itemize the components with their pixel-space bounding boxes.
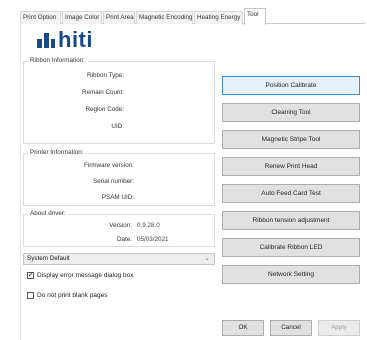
tab-image-color[interactable]: Image Color: [62, 11, 102, 24]
cleaning-tool-button[interactable]: Cleaning Tool: [222, 103, 360, 122]
network-setting-button[interactable]: Network Setting: [222, 265, 360, 284]
tab-bar: Print Option Image Color Print Area Magn…: [20, 8, 365, 25]
region-code-label: Region Code:: [85, 106, 124, 113]
driver-version-value: 0.9.28.0: [137, 222, 160, 229]
auto-feed-card-test-button[interactable]: Auto Feed Card Test: [222, 184, 360, 203]
uid-label: UID:: [111, 123, 124, 130]
driver-version-label: Version:: [109, 222, 132, 229]
display-error-label: Display error message dialog box: [37, 272, 134, 279]
hiti-logo: hiti: [36, 28, 93, 52]
checkbox-checked-icon[interactable]: [27, 270, 34, 279]
calibrate-ribbon-led-button[interactable]: Calibrate Ribbon LED: [222, 238, 360, 257]
ribbon-type-label: Ribbon Type:: [87, 72, 124, 79]
display-error-checkbox[interactable]: Display error message dialog box: [27, 270, 134, 279]
logo-text: hiti: [58, 27, 93, 52]
firmware-version-label: Firmware version:: [83, 162, 134, 169]
ribbon-tension-adjustment-button[interactable]: Ribbon tension adjustment: [222, 211, 360, 230]
apply-button[interactable]: Apply: [318, 320, 360, 336]
system-default-select[interactable]: System Default ⌄: [23, 253, 215, 265]
tab-tool[interactable]: Tool: [244, 8, 266, 25]
renew-print-head-button[interactable]: Renew Print Head: [222, 157, 360, 176]
remain-count-label: Remain Count:: [82, 89, 124, 96]
position-calibrate-button[interactable]: Position Calibrate: [222, 76, 360, 95]
ribbon-info-title: Ribbon Information:: [28, 57, 87, 65]
ribbon-info-group: Ribbon Information: Ribbon Type: Remain …: [23, 57, 215, 144]
driver-date-label: Date:: [116, 236, 132, 243]
driver-info-title: About driver:: [28, 210, 68, 218]
driver-info-group: About driver: Version: 0.9.28.0 Date: 05…: [23, 210, 215, 247]
no-blank-pages-label: Do not print blank pages: [37, 292, 108, 299]
hiti-logo-icon: [36, 30, 56, 50]
no-blank-pages-checkbox[interactable]: Do not print blank pages: [27, 292, 107, 299]
chevron-down-icon: ⌄: [204, 255, 210, 262]
psam-uid-label: PSAM UID:: [101, 194, 134, 201]
ok-button[interactable]: OK: [222, 320, 264, 336]
tab-magnetic-encoding[interactable]: Magnetic Encoding: [136, 11, 193, 24]
tab-print-option[interactable]: Print Option: [20, 11, 61, 24]
serial-number-label: Serial number:: [93, 178, 134, 185]
tab-print-area[interactable]: Print Area: [103, 11, 135, 24]
cancel-button[interactable]: Cancel: [270, 320, 312, 336]
magnetic-stripe-tool-button[interactable]: Magnetic Stripe Tool: [222, 130, 360, 149]
system-default-value: System Default: [27, 255, 70, 262]
checkbox-unchecked-icon[interactable]: [27, 292, 34, 299]
printer-info-group: Printer Information: Firmware version: S…: [23, 149, 215, 206]
printer-info-title: Printer Information:: [28, 149, 86, 157]
tab-heating-energy[interactable]: Heating Energy: [194, 11, 243, 24]
driver-date-value: 05/03/2021: [137, 236, 169, 243]
